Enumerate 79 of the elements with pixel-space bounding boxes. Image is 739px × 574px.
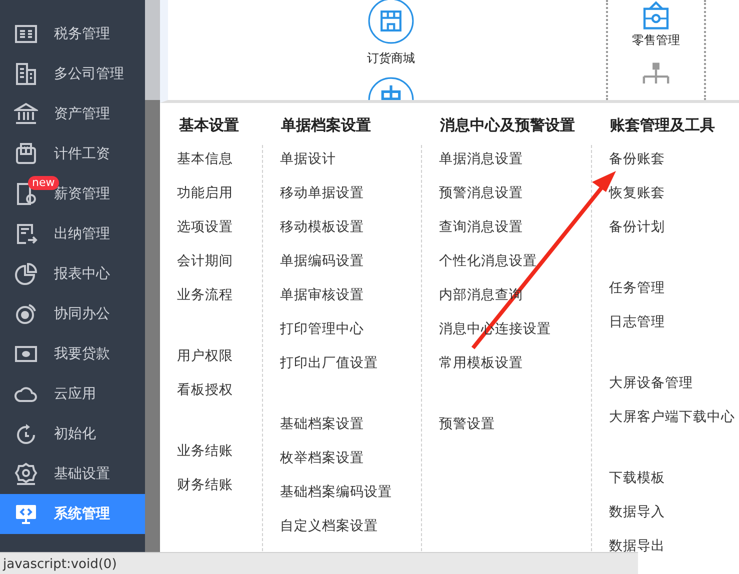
menu-link[interactable]: 下载模板 — [609, 464, 739, 498]
building-icon — [14, 62, 38, 86]
sidebar-label: 计件工资 — [54, 145, 110, 163]
sidebar-label: 我要贷款 — [54, 345, 110, 363]
sidebar-label: 资产管理 — [54, 105, 110, 123]
menu-link[interactable]: 业务流程 — [177, 281, 262, 315]
sidebar-item[interactable]: 计件工资 — [0, 134, 145, 174]
sidebar-item[interactable]: 我要贷款 — [0, 334, 145, 374]
sidebar-label: 云应用 — [54, 385, 96, 403]
menu-link[interactable]: 单据设计 — [280, 145, 421, 179]
sidebar-item[interactable]: 税务管理 — [0, 14, 145, 54]
menu-link[interactable]: 基本信息 — [177, 145, 262, 179]
menu-link[interactable]: 单据编码设置 — [280, 247, 421, 281]
menu-link[interactable]: 大屏客户端下载中心 — [609, 403, 739, 437]
menu-link[interactable]: 会计期间 — [177, 247, 262, 281]
sidebar-item[interactable]: 出纳管理 — [0, 214, 145, 254]
bank-icon — [14, 102, 38, 126]
menu-link[interactable]: 单据消息设置 — [439, 145, 591, 179]
sidebar-item[interactable]: 报表中心 — [0, 254, 145, 294]
menu-link[interactable]: 备份计划 — [609, 213, 739, 247]
menu-link[interactable]: 个性化消息设置 — [439, 247, 591, 281]
menu-link[interactable]: 基础档案设置 — [280, 410, 421, 444]
sidebar-label: 系统管理 — [54, 505, 110, 523]
menu-link[interactable]: 业务结账 — [177, 437, 262, 471]
sidebar-label: 协同办公 — [54, 305, 110, 323]
menu-link[interactable]: 单据审核设置 — [280, 281, 421, 315]
sidebar-label: 出纳管理 — [54, 225, 110, 243]
scrollbar[interactable] — [145, 0, 160, 552]
menu-link[interactable]: 大屏设备管理 — [609, 369, 739, 403]
menu-link[interactable]: 自定义档案设置 — [280, 512, 421, 546]
receipt-icon — [14, 22, 38, 46]
sidebar-label: 初始化 — [54, 425, 96, 443]
menu-link[interactable]: 看板授权 — [177, 376, 262, 410]
menu-link[interactable]: 数据导入 — [609, 498, 739, 532]
menu-link[interactable]: 预警设置 — [439, 410, 591, 444]
menu-link[interactable]: 用户权限 — [177, 342, 262, 376]
app-label[interactable]: 订货商城 — [367, 50, 415, 67]
sidebar-label: 基础设置 — [54, 465, 110, 483]
menu-link[interactable]: 移动模板设置 — [280, 213, 421, 247]
menu-link[interactable]: 查询消息设置 — [439, 213, 591, 247]
menu-link[interactable]: 移动单据设置 — [280, 179, 421, 213]
sidebar-item[interactable]: 云应用 — [0, 374, 145, 414]
menu-link[interactable]: 预警消息设置 — [439, 179, 591, 213]
sidebar-item[interactable]: 基础设置 — [0, 454, 145, 494]
menu-link[interactable]: 日志管理 — [609, 308, 739, 342]
menu-link[interactable]: 枚举档案设置 — [280, 444, 421, 478]
menu-link[interactable]: 数据导出 — [609, 532, 739, 566]
menu-link[interactable]: 备份账套 — [609, 145, 739, 179]
monitor-icon — [14, 502, 38, 526]
reset-icon — [14, 422, 38, 446]
sidebar-item[interactable]: 薪资管理 new — [0, 174, 145, 214]
sidebar-item[interactable]: 协同办公 — [0, 294, 145, 334]
menu-link[interactable]: 任务管理 — [609, 274, 739, 308]
menu-link[interactable]: 打印管理中心 — [280, 315, 421, 349]
menu-link[interactable]: 基础档案编码设置 — [280, 478, 421, 512]
sidebar-label: 税务管理 — [54, 25, 110, 43]
column-heading: 账套管理及工具 — [609, 115, 716, 136]
menu-link[interactable]: 财务结账 — [177, 471, 262, 505]
menu-link[interactable]: 功能启用 — [177, 179, 262, 213]
sidebar-item[interactable]: 初始化 — [0, 414, 145, 454]
cashier-icon — [14, 222, 38, 246]
sidebar-label: 多公司管理 — [54, 65, 124, 83]
store-icon[interactable] — [641, 0, 671, 30]
column-heading: 消息中心及预警设置 — [439, 115, 576, 136]
status-text: javascript:void(0) — [3, 557, 117, 572]
column-heading: 单据档案设置 — [280, 115, 372, 136]
column-heading: 基本设置 — [178, 115, 240, 136]
shop-icon[interactable] — [368, 0, 414, 44]
sidebar-item[interactable]: 多公司管理 — [0, 54, 145, 94]
menu-link[interactable]: 选项设置 — [177, 213, 262, 247]
sidebar-item[interactable]: 资产管理 — [0, 94, 145, 134]
pie-chart-icon — [14, 262, 38, 286]
menu-link[interactable]: 打印出厂值设置 — [280, 349, 421, 383]
menu-link[interactable]: 恢复账套 — [609, 179, 739, 213]
settings-icon — [14, 462, 38, 486]
sidebar-label: 报表中心 — [54, 265, 110, 283]
menu-link[interactable]: 常用模板设置 — [439, 349, 591, 383]
app-label[interactable]: 零售管理 — [632, 32, 680, 49]
collaboration-icon — [14, 302, 38, 326]
